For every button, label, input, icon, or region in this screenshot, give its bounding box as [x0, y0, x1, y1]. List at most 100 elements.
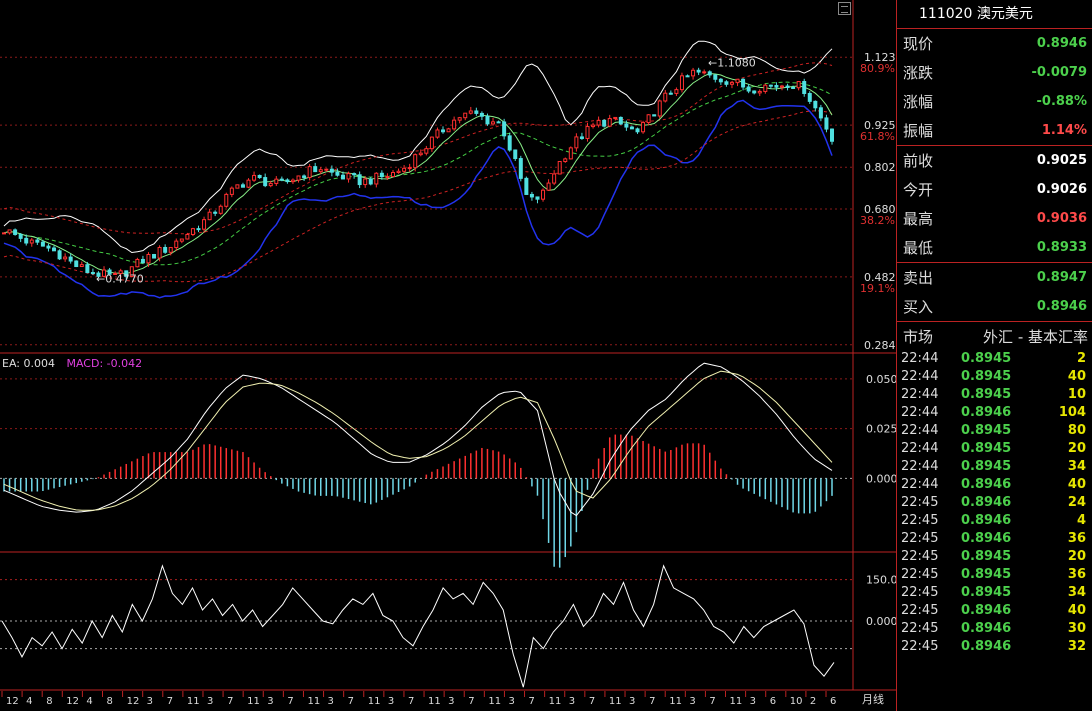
x-axis-label: 11 — [669, 696, 682, 707]
candle-body — [57, 250, 62, 260]
tick-time: 22:45 — [901, 639, 939, 654]
candle-body — [779, 85, 784, 88]
candle-body — [357, 174, 362, 186]
quote-row: 振幅 1.14% — [897, 116, 1092, 145]
tick-volume: 36 — [1067, 531, 1086, 546]
x-axis-label: 4 — [86, 696, 92, 707]
candle-body — [807, 92, 812, 102]
candle-body — [446, 128, 451, 133]
candle-body — [774, 84, 779, 88]
candle-body — [90, 272, 95, 275]
candle-body — [202, 219, 207, 230]
candle-body — [618, 116, 623, 125]
candle-body — [757, 90, 762, 94]
tick-list: 22:44 0.8945 2 22:44 0.8945 40 22:44 0.8945 10 22… — [897, 350, 1092, 656]
tick-volume: 32 — [1067, 639, 1086, 654]
candle-body — [35, 239, 40, 243]
candle-body — [452, 119, 457, 130]
candle-body — [135, 258, 140, 268]
candle-body — [607, 118, 612, 127]
tick-time: 22:44 — [901, 351, 939, 366]
candle-body — [668, 92, 673, 95]
candle-body — [613, 116, 618, 120]
tick-volume: 24 — [1067, 495, 1086, 510]
tick-volume: 20 — [1067, 441, 1086, 456]
x-axis-label: 8 — [106, 696, 112, 707]
x-axis-label: 11 — [307, 696, 320, 707]
x-axis-label: 12 — [66, 696, 79, 707]
tick-price: 0.8945 — [961, 369, 1012, 384]
x-axis-label: 12 — [6, 696, 19, 707]
candle-body — [252, 174, 257, 181]
candle-body — [602, 119, 607, 127]
tick-row: 22:44 0.8946 104 — [897, 404, 1092, 422]
candle-body — [335, 171, 340, 176]
tick-row: 22:44 0.8945 34 — [897, 458, 1092, 476]
candle-body — [424, 148, 429, 154]
ohlc-value: 0.9025 — [1036, 153, 1087, 168]
candle-body — [557, 160, 562, 175]
candle-body — [390, 171, 395, 178]
fib-level-label: 61.8% — [860, 130, 895, 143]
candle-body — [207, 211, 212, 221]
candle-body — [724, 81, 729, 85]
tick-row: 22:44 0.8945 20 — [897, 440, 1092, 458]
candle-body — [352, 173, 357, 176]
tick-time: 22:45 — [901, 531, 939, 546]
candle-body — [313, 166, 318, 173]
x-axis-label: 7 — [167, 696, 173, 707]
candle-body — [296, 175, 301, 181]
tick-volume: 40 — [1067, 603, 1086, 618]
candle-body — [785, 85, 790, 88]
candle-body — [374, 172, 379, 185]
x-axis-label: 7 — [468, 696, 474, 707]
candle-body — [285, 179, 290, 183]
candle-body — [702, 71, 707, 74]
candle-body — [513, 149, 518, 160]
window-menu-icon[interactable] — [838, 2, 851, 15]
tick-time: 22:45 — [901, 513, 939, 528]
candle-body — [402, 167, 407, 172]
candle-body — [218, 205, 223, 214]
tick-row: 22:45 0.8945 34 — [897, 584, 1092, 602]
x-axis-label: 12 — [127, 696, 140, 707]
candle-body — [718, 78, 723, 83]
quote-value: -0.88% — [1036, 94, 1088, 109]
candle-body — [657, 100, 662, 117]
candle-body — [85, 264, 90, 274]
candle-body — [768, 84, 773, 87]
candle-body — [524, 177, 529, 195]
candle-body — [624, 123, 629, 128]
candle-body — [68, 256, 73, 262]
candle-body — [468, 110, 473, 114]
x-axis-label: 7 — [649, 696, 655, 707]
chart-area[interactable]: 1.1230.9250.8020.6800.4820.28480.9%61.8%… — [0, 0, 896, 711]
tick-volume: 4 — [1076, 513, 1086, 528]
candle-body — [146, 254, 151, 264]
candle-body — [363, 178, 368, 186]
tick-time: 22:44 — [901, 423, 939, 438]
tick-volume: 80 — [1067, 423, 1086, 438]
tick-time: 22:44 — [901, 387, 939, 402]
tick-volume: 2 — [1076, 351, 1086, 366]
price-tick-label: 0.802 — [864, 161, 896, 174]
candle-body — [735, 78, 740, 84]
candle-body — [324, 168, 329, 171]
market-label: 市场 — [903, 327, 934, 346]
tick-volume: 104 — [1058, 405, 1086, 420]
tick-time: 22:45 — [901, 549, 939, 564]
tick-volume: 40 — [1067, 477, 1086, 492]
quote-value: 0.8946 — [1036, 36, 1087, 51]
tick-row: 22:44 0.8946 40 — [897, 476, 1092, 494]
candle-body — [507, 135, 512, 151]
quote-label: 涨跌 — [903, 64, 934, 82]
candle-body — [491, 121, 496, 125]
candle-body — [346, 173, 351, 180]
tick-volume: 34 — [1067, 459, 1086, 474]
quote-row: 涨幅 -0.88% — [897, 87, 1092, 116]
candle-body — [741, 78, 746, 88]
macd-legend: EA: 0.004 MACD: -0.042 — [2, 357, 142, 370]
candle-body — [340, 174, 345, 180]
tick-volume: 36 — [1067, 567, 1086, 582]
candle-body — [635, 128, 640, 133]
